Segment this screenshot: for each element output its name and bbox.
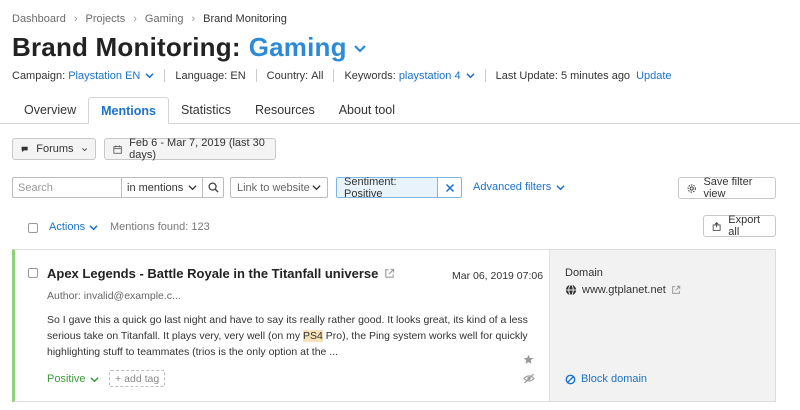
divider xyxy=(333,69,335,82)
page-title-text: Brand Monitoring: xyxy=(12,32,241,62)
save-filter-view-label: Save filter view xyxy=(703,176,753,200)
mention-title-text: Apex Legends - Battle Royale in the Tita… xyxy=(47,266,379,281)
add-tag-button[interactable]: + add tag xyxy=(109,370,165,387)
select-all-checkbox[interactable] xyxy=(28,223,38,233)
country-label: Country: xyxy=(266,69,309,82)
export-all-label: Export all xyxy=(728,214,761,238)
tab-bar: Overview Mentions Statistics Resources A… xyxy=(12,97,800,124)
actions-dropdown[interactable]: Actions xyxy=(49,221,98,233)
mention-text: So I gave this a quick go last night and… xyxy=(47,312,537,360)
campaign-label: Campaign: xyxy=(12,69,66,82)
globe-icon xyxy=(565,284,577,296)
tab-overview[interactable]: Overview xyxy=(12,97,88,124)
block-domain-label: Block domain xyxy=(581,373,648,385)
domain-value: www.gtplanet.net xyxy=(565,284,681,296)
search-button[interactable] xyxy=(202,177,224,198)
gear-icon xyxy=(687,183,696,193)
chevron-down-icon xyxy=(89,224,98,230)
mention-author: Author: invalid@example.c... xyxy=(47,290,181,302)
source-filter-button[interactable]: Forums xyxy=(12,138,96,160)
add-tag-label: add tag xyxy=(124,372,160,385)
chevron-down-icon xyxy=(312,185,321,191)
last-update-label: Last Update: xyxy=(495,69,558,82)
date-range-label: Feb 6 - Mar 7, 2019 (last 30 days) xyxy=(129,137,265,161)
chevron-down-icon xyxy=(556,184,565,190)
campaign-selector[interactable]: Playstation EN xyxy=(68,70,140,82)
chevron-down-icon[interactable] xyxy=(353,41,367,55)
close-icon xyxy=(445,183,454,192)
keywords-label: Keywords: xyxy=(344,69,396,82)
chevron-down-icon xyxy=(89,376,99,382)
breadcrumb-separator: › xyxy=(133,13,137,25)
mention-title[interactable]: Apex Legends - Battle Royale in the Tita… xyxy=(47,266,395,281)
external-link-icon[interactable] xyxy=(671,285,681,295)
source-filter-label: Forums xyxy=(36,143,74,155)
search-input[interactable]: Search xyxy=(12,177,122,198)
advanced-filters-label: Advanced filters xyxy=(473,181,552,193)
comment-icon xyxy=(21,146,28,152)
breadcrumb-separator: › xyxy=(191,13,196,25)
star-icon[interactable] xyxy=(523,354,534,365)
link-to-website-placeholder: Link to website xyxy=(237,181,310,194)
language-label: Language: xyxy=(175,69,228,82)
country-value: All xyxy=(311,69,324,82)
block-icon xyxy=(565,374,576,384)
breadcrumb-gaming[interactable]: Gaming xyxy=(145,13,184,25)
sentiment-filter-chip[interactable]: Sentiment: Positive xyxy=(336,176,438,200)
remove-sentiment-filter-button[interactable] xyxy=(437,177,462,198)
last-update-value: 5 minutes ago xyxy=(560,69,631,82)
page-title: Brand Monitoring: Gaming xyxy=(12,32,367,63)
mention-checkbox[interactable] xyxy=(28,268,38,278)
breadcrumb-separator: › xyxy=(73,13,78,25)
block-domain-link[interactable]: Block domain xyxy=(565,373,647,385)
mention-sentiment-dropdown[interactable]: Positive xyxy=(47,373,99,385)
calendar-icon xyxy=(113,144,122,154)
project-info-row: Campaign: Playstation EN Language: EN Co… xyxy=(12,69,672,82)
chevron-down-icon[interactable] xyxy=(465,71,475,80)
tab-mentions[interactable]: Mentions xyxy=(88,97,169,124)
divider xyxy=(255,69,257,82)
plus-icon: + xyxy=(115,372,122,385)
search-scope-select[interactable]: in mentions xyxy=(121,177,203,198)
update-link[interactable]: Update xyxy=(636,70,671,82)
search-scope-value: in mentions xyxy=(127,181,184,194)
domain-label: Domain xyxy=(565,267,603,279)
chevron-down-icon xyxy=(81,147,87,151)
search-icon xyxy=(207,182,219,193)
export-icon xyxy=(712,221,721,231)
tab-statistics[interactable]: Statistics xyxy=(169,97,243,124)
save-filter-view-button[interactable]: Save filter view xyxy=(678,176,776,200)
hide-icon[interactable] xyxy=(523,373,535,384)
actions-label: Actions xyxy=(49,221,86,233)
divider xyxy=(164,69,166,82)
advanced-filters-toggle[interactable]: Advanced filters xyxy=(473,181,565,193)
domain-name[interactable]: www.gtplanet.net xyxy=(582,284,666,296)
language-value: EN xyxy=(230,69,246,82)
date-range-button[interactable]: Feb 6 - Mar 7, 2019 (last 30 days) xyxy=(104,137,276,161)
breadcrumb-projects[interactable]: Projects xyxy=(86,13,126,25)
mentions-found-count: Mentions found: 123 xyxy=(110,221,210,233)
keywords-selector[interactable]: playstation 4 xyxy=(399,70,461,82)
link-to-website-select[interactable]: Link to website xyxy=(230,177,328,198)
external-link-icon[interactable] xyxy=(384,268,395,279)
breadcrumb: Dashboard › Projects › Gaming › Brand Mo… xyxy=(12,13,287,25)
tab-about-tool[interactable]: About tool xyxy=(327,97,407,124)
mention-date: Mar 06, 2019 07:06 xyxy=(452,270,544,282)
breadcrumb-current: Brand Monitoring xyxy=(203,13,287,25)
keyword-highlight: PS4 xyxy=(302,330,323,342)
tab-resources[interactable]: Resources xyxy=(243,97,327,124)
chevron-down-icon xyxy=(188,185,197,191)
export-all-button[interactable]: Export all xyxy=(703,214,776,238)
divider xyxy=(484,69,486,82)
chevron-down-icon[interactable] xyxy=(145,71,154,80)
mention-sentiment-label: Positive xyxy=(47,373,86,385)
project-selector[interactable]: Gaming xyxy=(249,32,347,63)
breadcrumb-dashboard[interactable]: Dashboard xyxy=(12,13,66,25)
